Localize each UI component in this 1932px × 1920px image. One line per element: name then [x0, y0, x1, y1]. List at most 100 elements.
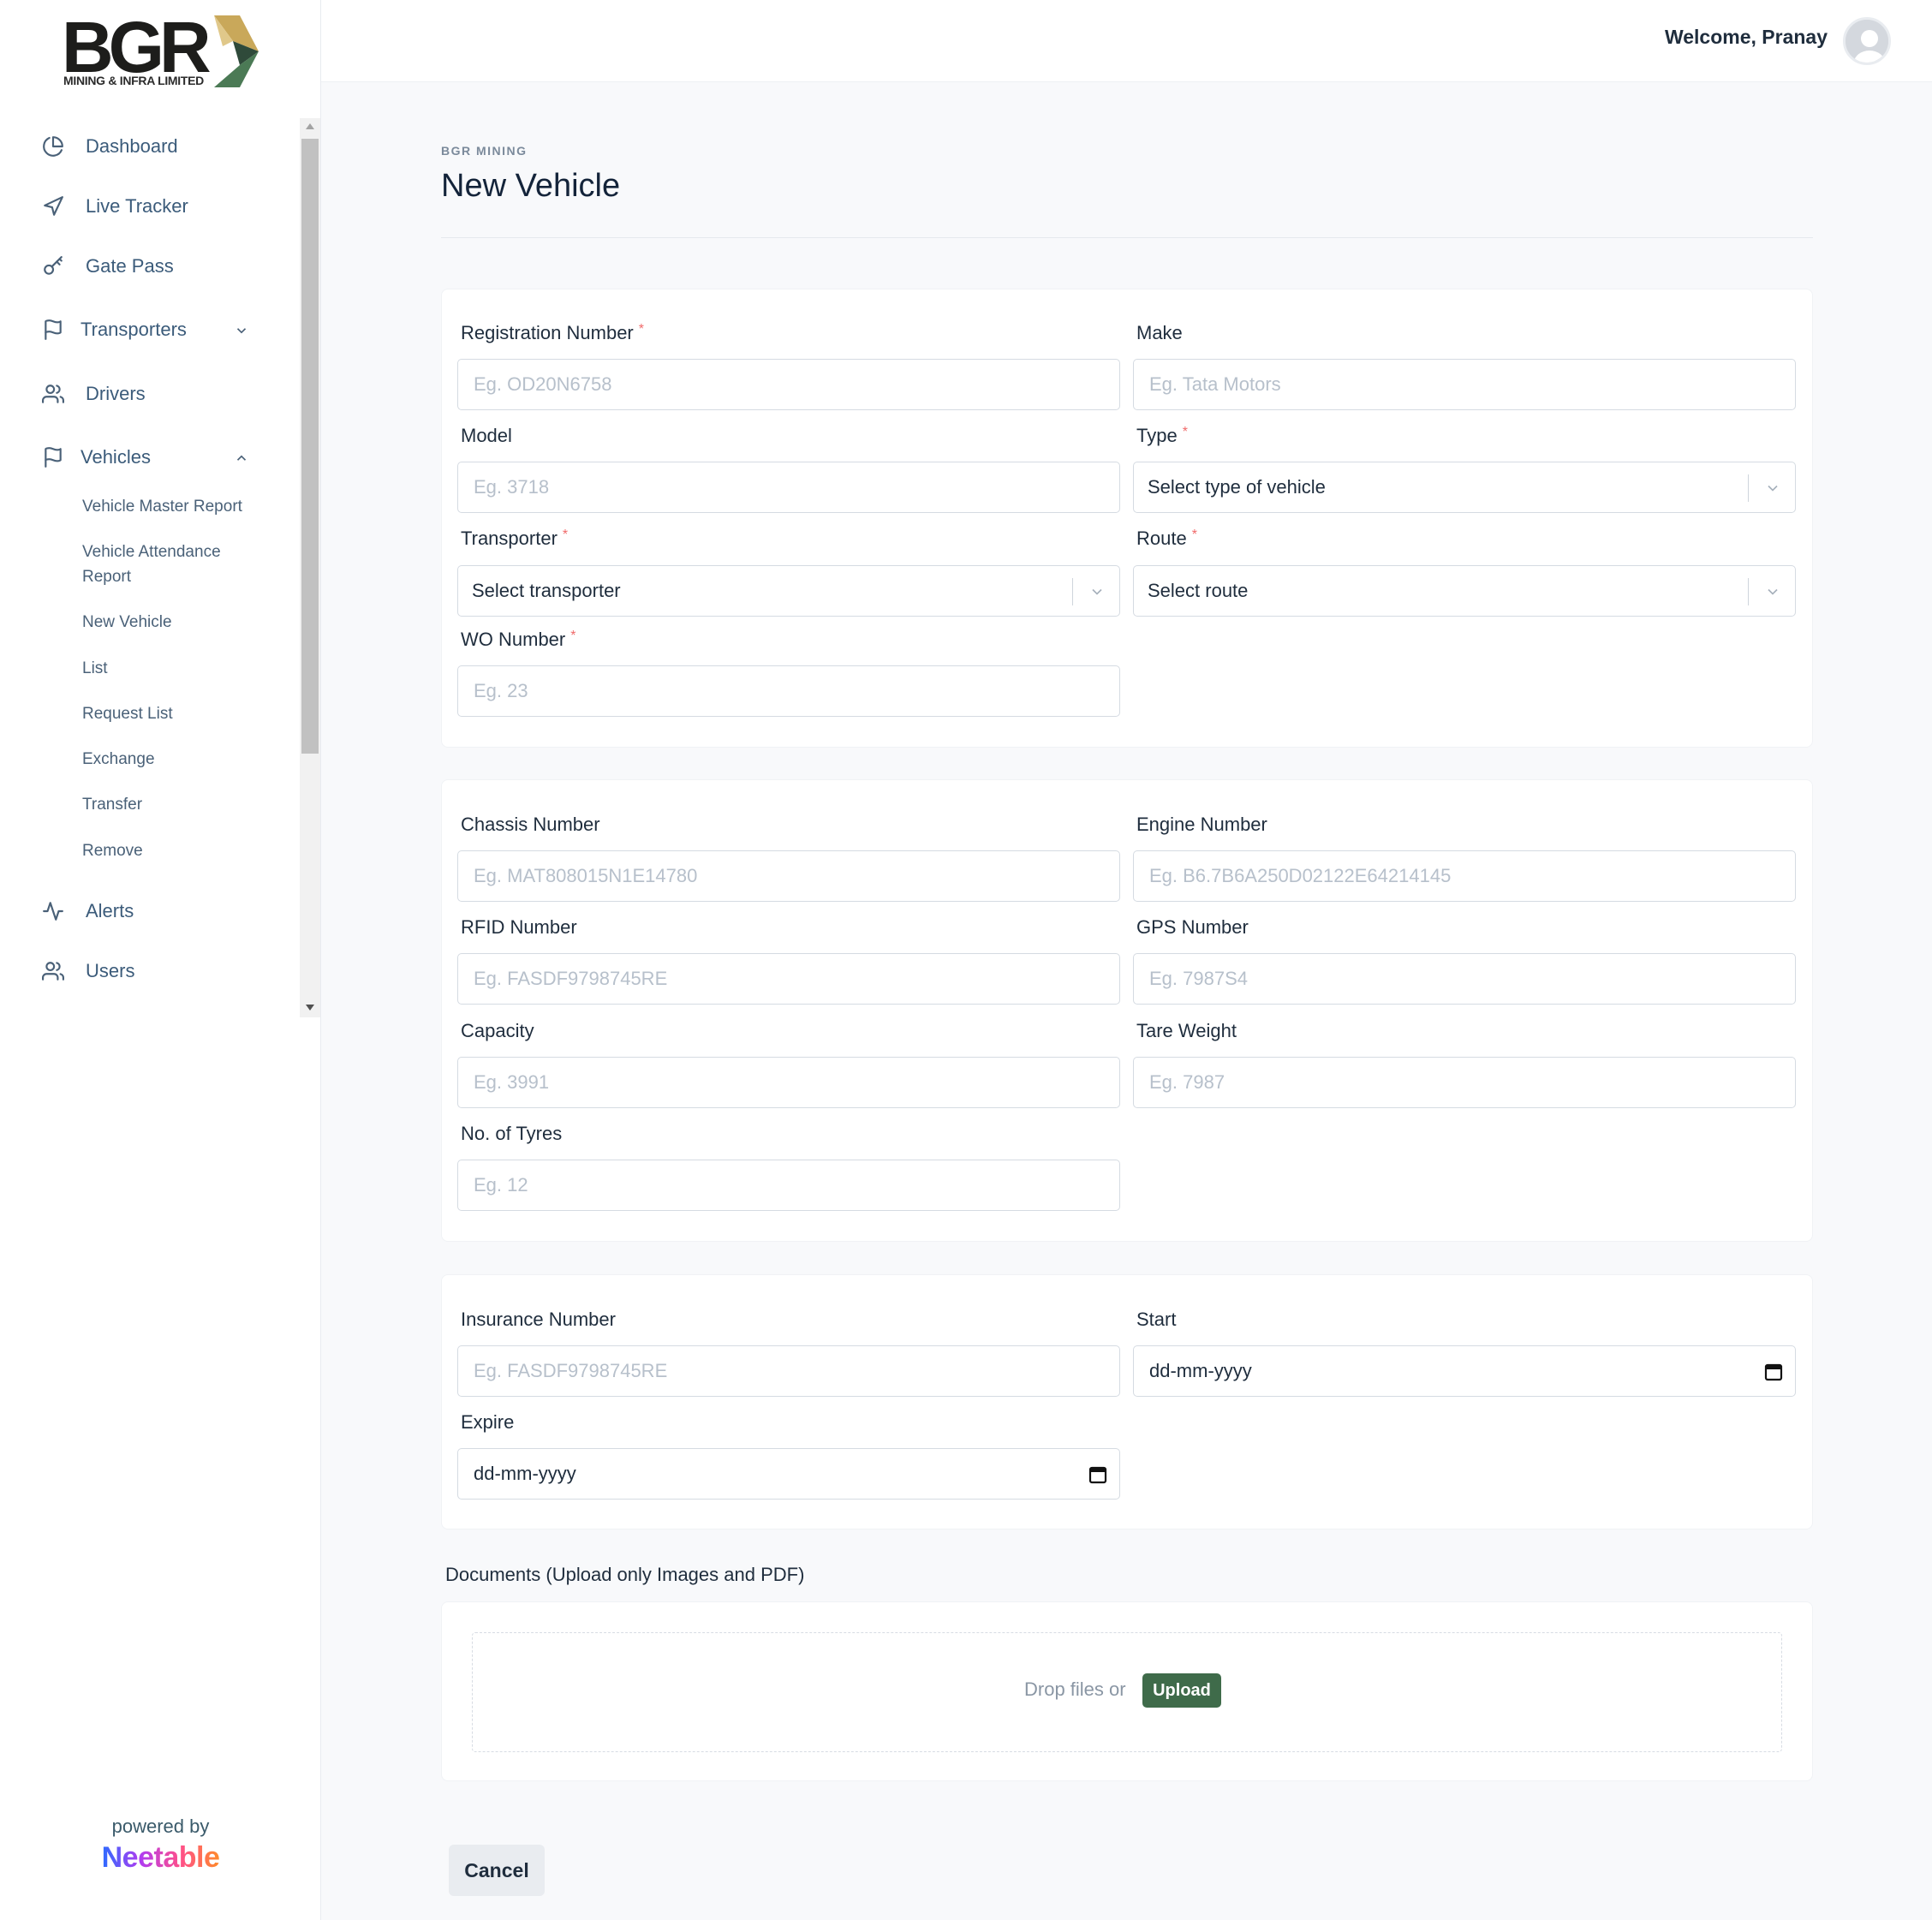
transporter-label-text: Transporter — [461, 528, 558, 549]
sidebar-item-label: Vehicles — [80, 446, 151, 468]
scroll-up-arrow-icon[interactable] — [306, 123, 314, 129]
drop-files-text: Drop files or — [1024, 1679, 1126, 1700]
sidebar-item-live-tracker[interactable]: Live Tracker — [41, 189, 188, 224]
type-label-text: Type — [1136, 425, 1178, 446]
activity-icon — [41, 899, 65, 923]
insurance-label: Insurance Number — [461, 1309, 616, 1330]
sidebar-item-drivers[interactable]: Drivers — [41, 377, 146, 411]
title-divider — [441, 237, 1813, 238]
start-label: Start — [1136, 1309, 1177, 1330]
expire-date-input[interactable]: dd-mm-yyyy — [457, 1448, 1120, 1500]
chassis-number-input[interactable] — [457, 850, 1120, 902]
capacity-label: Capacity — [461, 1020, 534, 1041]
top-header: Welcome, Pranay — [321, 0, 1932, 82]
chevron-down-icon — [1088, 583, 1106, 600]
capacity-input[interactable] — [457, 1057, 1120, 1108]
neetable-logo[interactable]: Neetable — [0, 1841, 321, 1875]
make-label: Make — [1136, 322, 1183, 343]
select-separator — [1748, 578, 1749, 605]
route-label-text: Route — [1136, 528, 1187, 549]
sidebar-item-gate-pass[interactable]: Gate Pass — [41, 249, 174, 283]
calendar-icon[interactable] — [1764, 1362, 1783, 1381]
required-asterisk: * — [562, 528, 569, 542]
chevron-down-icon[interactable] — [234, 321, 251, 338]
cancel-button[interactable]: Cancel — [449, 1845, 545, 1896]
documents-label: Documents (Upload only Images and PDF) — [445, 1564, 805, 1585]
model-input[interactable] — [457, 462, 1120, 513]
logo-wordmark: BGR — [62, 7, 212, 87]
welcome-text: Welcome, Pranay — [1664, 26, 1828, 48]
sidebar-subitem-transfer[interactable]: Transfer — [82, 792, 142, 817]
sidebar-subitem-remove[interactable]: Remove — [82, 838, 143, 863]
wo-number-label: WO Number * — [461, 629, 575, 651]
sidebar-subitem-list[interactable]: List — [82, 656, 108, 681]
model-label: Model — [461, 425, 512, 446]
breadcrumb: BGR MINING — [441, 144, 528, 158]
sidebar-item-transporters[interactable]: Transporters — [41, 313, 247, 347]
company-logo[interactable]: BGR MINING & INFRA LIMITED — [62, 7, 259, 89]
sidebar-item-label: Transporters — [80, 319, 187, 340]
sidebar-item-label: Live Tracker — [86, 195, 188, 217]
date-value: dd-mm-yyyy — [1149, 1360, 1252, 1381]
engine-number-input[interactable] — [1133, 850, 1796, 902]
users-icon — [41, 959, 65, 983]
sidebar-item-label: Users — [86, 960, 135, 981]
wo-label-text: WO Number — [461, 629, 566, 650]
sidebar-subitem-request-list[interactable]: Request List — [82, 701, 173, 726]
gps-label: GPS Number — [1136, 916, 1249, 938]
registration-label: Registration Number * — [461, 322, 644, 344]
engine-label: Engine Number — [1136, 814, 1267, 835]
sidebar-item-dashboard[interactable]: Dashboard — [41, 129, 178, 164]
calendar-icon[interactable] — [1088, 1465, 1107, 1484]
sidebar-item-vehicles[interactable]: Vehicles — [41, 440, 247, 474]
date-value: dd-mm-yyyy — [474, 1463, 576, 1484]
chevron-down-icon — [1764, 583, 1781, 600]
registration-number-input[interactable] — [457, 359, 1120, 410]
tare-weight-input[interactable] — [1133, 1057, 1796, 1108]
key-icon — [41, 254, 65, 278]
expire-label: Expire — [461, 1411, 515, 1433]
transporter-label: Transporter * — [461, 528, 568, 550]
tyres-input[interactable] — [457, 1160, 1120, 1211]
avatar[interactable] — [1843, 17, 1891, 65]
flag-icon — [41, 318, 65, 342]
select-separator — [1072, 578, 1073, 605]
route-label: Route * — [1136, 528, 1197, 550]
required-asterisk: * — [570, 629, 576, 643]
scroll-down-arrow-icon[interactable] — [306, 1005, 314, 1011]
pie-chart-icon — [41, 134, 65, 158]
sidebar-subitem-new-vehicle[interactable]: New Vehicle — [82, 610, 172, 635]
required-asterisk: * — [1182, 425, 1188, 439]
sidebar-item-alerts[interactable]: Alerts — [41, 894, 134, 928]
rfid-label: RFID Number — [461, 916, 577, 938]
gps-number-input[interactable] — [1133, 953, 1796, 1005]
required-asterisk: * — [638, 322, 644, 337]
select-value: Select transporter — [472, 580, 621, 601]
chevron-up-icon[interactable] — [234, 449, 251, 466]
logo-subtitle: MINING & INFRA LIMITED — [63, 74, 204, 87]
route-select[interactable]: Select route — [1133, 565, 1796, 617]
file-dropzone[interactable] — [472, 1632, 1782, 1752]
wo-number-input[interactable] — [457, 665, 1120, 717]
scrollbar-thumb[interactable] — [301, 139, 319, 754]
sidebar-item-label: Gate Pass — [86, 255, 174, 277]
sidebar-scrollbar[interactable] — [300, 118, 320, 1017]
upload-button[interactable]: Upload — [1142, 1673, 1221, 1708]
navigation-icon — [41, 194, 65, 218]
sidebar-item-users[interactable]: Users — [41, 954, 134, 988]
users-icon — [41, 382, 65, 406]
rfid-number-input[interactable] — [457, 953, 1120, 1005]
tare-weight-label: Tare Weight — [1136, 1020, 1237, 1041]
start-date-input[interactable]: dd-mm-yyyy — [1133, 1345, 1796, 1397]
sidebar-subitem-vehicle-master-report[interactable]: Vehicle Master Report — [82, 494, 242, 519]
vehicle-type-select[interactable]: Select type of vehicle — [1133, 462, 1796, 513]
make-input[interactable] — [1133, 359, 1796, 410]
sidebar-subitem-vehicle-attendance-report[interactable]: Vehicle Attendance Report — [82, 540, 253, 589]
transporter-select[interactable]: Select transporter — [457, 565, 1120, 617]
sidebar-subitem-exchange[interactable]: Exchange — [82, 747, 155, 772]
sidebar-item-label: Drivers — [86, 383, 146, 404]
required-asterisk: * — [1191, 528, 1197, 542]
insurance-number-input[interactable] — [457, 1345, 1120, 1397]
type-label: Type * — [1136, 425, 1188, 447]
sidebar-item-label: Dashboard — [86, 135, 178, 157]
